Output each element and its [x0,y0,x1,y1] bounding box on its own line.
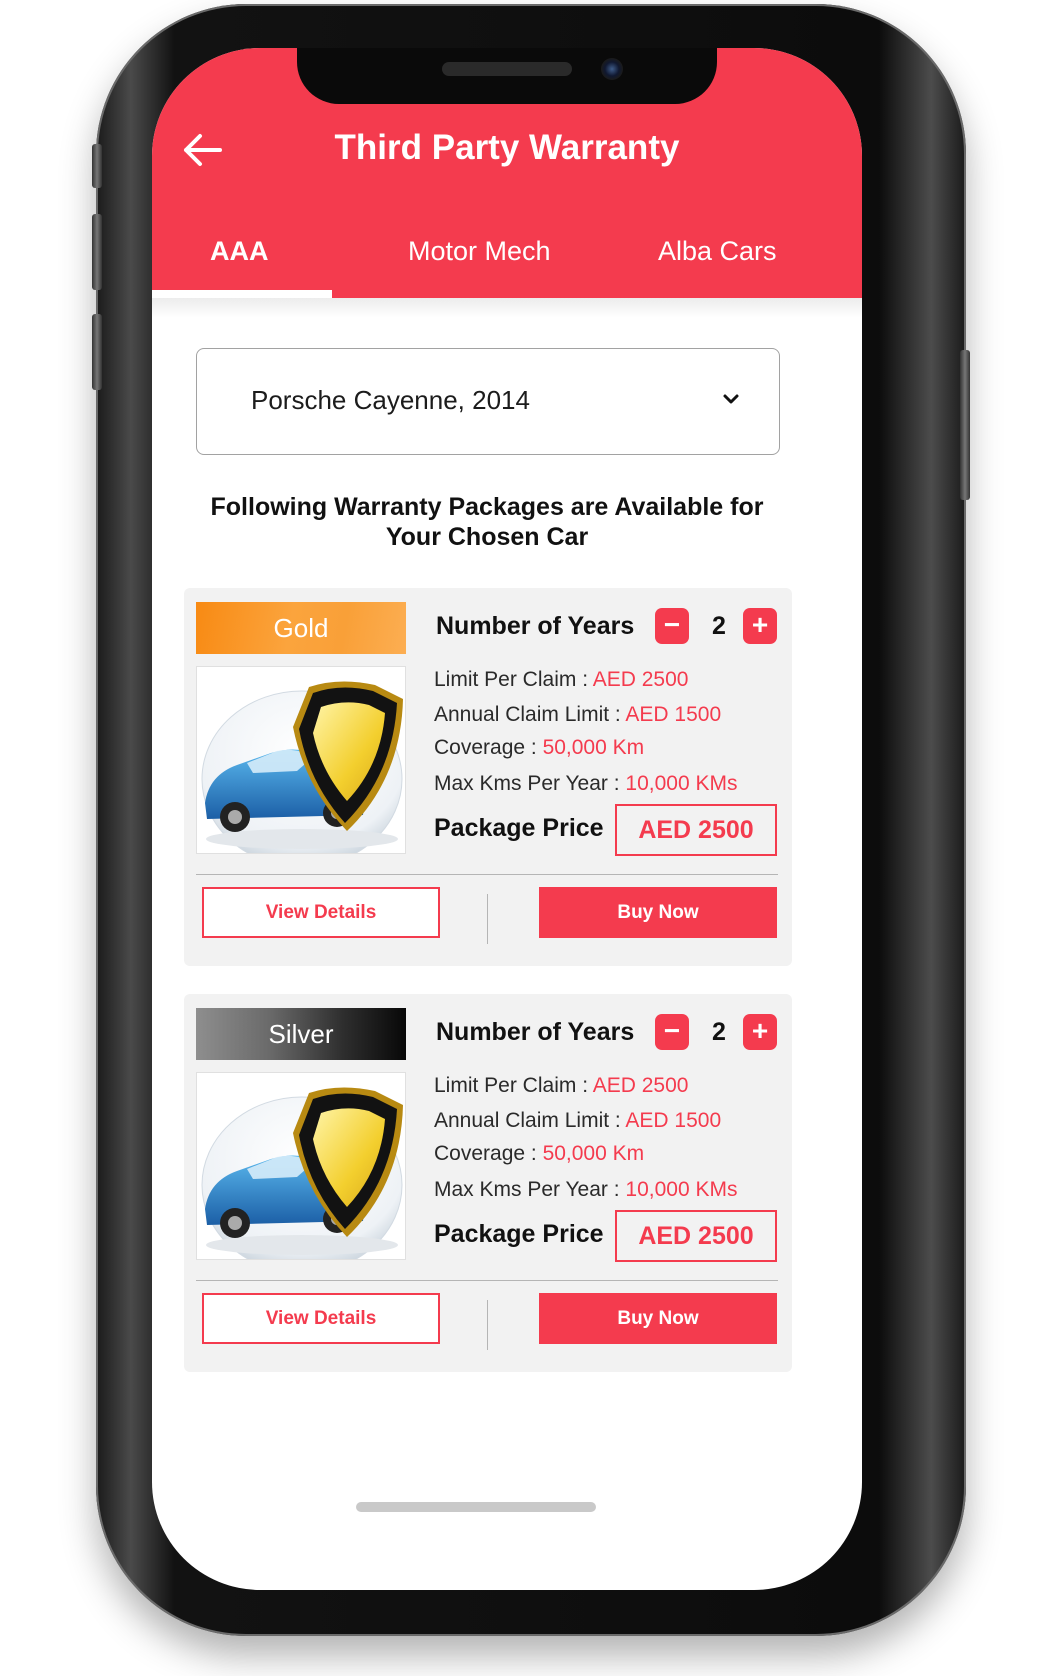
limit-per-claim-label: Limit Per Claim : [434,1074,593,1097]
button-separator [487,894,488,944]
coverage: Coverage : 50,000 Km [434,1142,644,1166]
phone-notch [297,48,717,104]
annual-claim-limit-value: AED 1500 [625,703,722,726]
years-value: 2 [712,1018,726,1046]
warranty-shield-image [196,666,406,854]
limit-per-claim-value: AED 2500 [592,1074,689,1097]
annual-claim-limit-label: Annual Claim Limit : [434,1109,626,1132]
coverage-value: 50,000 Km [542,1142,645,1165]
active-tab-indicator [152,290,332,298]
years-decrement-button[interactable]: − [655,1014,689,1050]
front-camera [601,58,623,80]
headline-line-2: Your Chosen Car [385,523,589,551]
tab-bar-shadow [152,298,862,318]
card-divider [196,874,778,875]
max-kms-value: 10,000 KMs [625,772,738,795]
selected-car: Porsche Cayenne, 2014 [251,385,530,415]
speaker-grille [442,62,572,76]
package-price-value: AED 2500 [615,804,777,856]
annual-claim-limit-label: Annual Claim Limit : [434,703,626,726]
limit-per-claim: Limit Per Claim : AED 2500 [434,668,688,692]
buy-now-button[interactable]: Buy Now [539,887,777,938]
annual-claim-limit: Annual Claim Limit : AED 1500 [434,703,721,727]
volume-up-button [92,214,102,290]
coverage-label: Coverage : [434,736,543,759]
package-card-silver: Silver Number of Years − 2 + Limit Per C… [184,994,792,1372]
max-kms-label: Max Kms Per Year : [434,772,626,795]
headline-line-1: Following Warranty Packages are Availabl… [210,493,764,521]
card-divider [196,1280,778,1281]
tab-alba-cars[interactable]: Alba Cars [658,236,777,267]
car-select-dropdown[interactable]: Porsche Cayenne, 2014 [196,348,780,455]
coverage-label: Coverage : [434,1142,543,1165]
years-decrement-button[interactable]: − [655,608,689,644]
buy-now-button[interactable]: Buy Now [539,1293,777,1344]
tier-badge-silver: Silver [196,1008,406,1060]
max-kms-label: Max Kms Per Year : [434,1178,626,1201]
years-increment-button[interactable]: + [743,1014,777,1050]
max-kms-value: 10,000 KMs [625,1178,738,1201]
home-indicator[interactable] [356,1502,596,1512]
annual-claim-limit: Annual Claim Limit : AED 1500 [434,1109,721,1133]
coverage-value: 50,000 Km [542,736,645,759]
warranty-shield-image [196,1072,406,1260]
limit-per-claim: Limit Per Claim : AED 2500 [434,1074,688,1098]
button-separator [487,1300,488,1350]
package-card-gold: Gold Number of Years − 2 + Limit Per Cla… [184,588,792,966]
limit-per-claim-value: AED 2500 [592,668,689,691]
years-increment-button[interactable]: + [743,608,777,644]
tab-aaa[interactable]: AAA [210,236,269,267]
years-label: Number of Years [436,612,635,640]
tier-badge-gold: Gold [196,602,406,654]
package-price-label: Package Price [434,1220,604,1248]
package-price-label: Package Price [434,814,604,842]
silent-switch [92,144,102,188]
page-title: Third Party Warranty [334,128,680,167]
tab-motor-mech[interactable]: Motor Mech [408,236,551,267]
annual-claim-limit-value: AED 1500 [625,1109,722,1132]
view-details-button[interactable]: View Details [202,1293,440,1344]
package-price-value: AED 2500 [615,1210,777,1262]
view-details-button[interactable]: View Details [202,887,440,938]
coverage: Coverage : 50,000 Km [434,736,644,760]
max-kms-per-year: Max Kms Per Year : 10,000 KMs [434,1178,738,1202]
power-button [960,350,970,500]
years-value: 2 [712,612,726,640]
packages-headline: Following Warranty Packages are Availabl… [192,492,782,552]
volume-down-button [92,314,102,390]
max-kms-per-year: Max Kms Per Year : 10,000 KMs [434,772,738,796]
limit-per-claim-label: Limit Per Claim : [434,668,593,691]
years-label: Number of Years [436,1018,635,1046]
chevron-down-icon [723,394,739,404]
app-screen: Third Party Warranty AAA Motor Mech Alba… [152,48,862,1590]
